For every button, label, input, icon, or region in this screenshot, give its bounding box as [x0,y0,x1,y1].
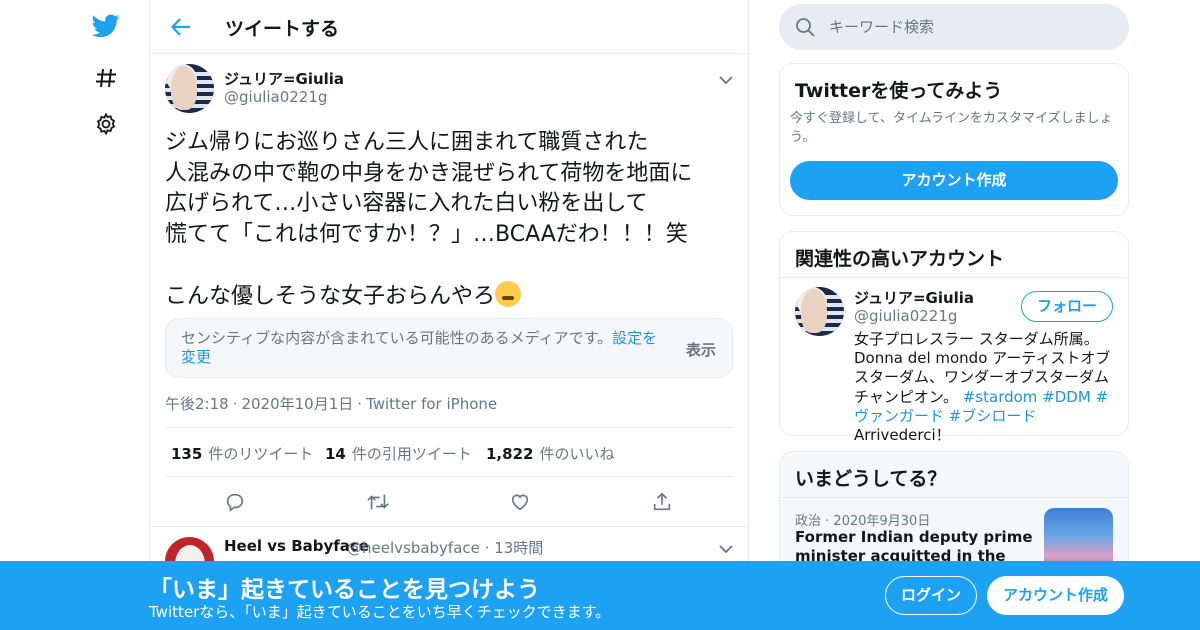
hashtag-link[interactable]: #DDM [1042,388,1091,406]
sensitive-text: センシティブな内容が含まれている可能性のあるメディアです。 [181,329,613,347]
trend-category-line: 政治 · 2020年9月30日 [795,514,931,529]
trend-category: 政治 [795,514,822,529]
search-icon [795,17,815,37]
search-box[interactable] [779,4,1129,50]
reply-time[interactable]: 13時間 [494,539,543,557]
retweets-stat[interactable]: 135 件のリツイート [171,443,313,464]
twitter-bird-icon[interactable] [92,12,120,40]
login-button[interactable]: ログイン [885,576,977,615]
signup-card-description: 今すぐ登録して、タイムラインをカスタマイズしましょう。 [790,111,1113,145]
hashtag-link[interactable]: #stardom [963,388,1038,406]
create-account-button[interactable]: アカウント作成 [790,161,1118,200]
likes-label: 件のいいね [539,445,615,463]
sensitive-media-notice: センシティブな内容が含まれている可能性のあるメディアです。設定を変更 表示 [165,318,733,378]
tweet-text-line-last: こんな優しそうな女子おらんやろ [165,280,740,313]
hashtag-icon[interactable] [92,64,120,92]
search-input[interactable] [829,15,1109,39]
follow-button[interactable]: フォロー [1021,291,1113,322]
main-column: ツイートする ジュリア=Giulia @giulia0221g ジム帰りにお巡り… [149,0,749,630]
reply-author-handle[interactable]: @heelvsbabyface [347,539,480,557]
related-account-name[interactable]: ジュリア=Giulia [854,287,974,308]
tweet-text-line: 慌てて「これは何ですか！？」…BCAAだわ！！！笑 [165,221,688,247]
signup-button[interactable]: アカウント作成 [987,576,1124,615]
tweet-text-line: 人混みの中で鞄の中身をかき混ぜられて荷物を地面に [165,160,693,186]
steaming-face-icon [495,280,522,307]
likes-count: 1,822 [486,445,534,463]
tweet-actions [150,487,748,527]
signup-card-title: Twitterを使ってみよう [795,80,1003,102]
retweets-label: 件のリツイート [208,445,314,463]
related-account-bio: 女子プロレスラー スターダム所属。 Donna del mondo アーティスト… [854,330,1116,445]
signup-card: Twitterを使ってみよう 今すぐ登録して、タイムラインをカスタマイズしましょ… [779,63,1129,216]
related-card-title: 関連性の高いアカウント [795,248,1005,270]
trend-date: 2020年9月30日 [833,514,931,529]
tweet-text-line [165,250,740,281]
related-accounts-card: 関連性の高いアカウント ジュリア=Giulia @giulia0221g フォロ… [779,231,1129,444]
tweet-meta: 午後2:18 · 2020年10月1日 · Twitter for iPhone [165,395,498,413]
chevron-down-icon[interactable] [718,540,734,554]
like-icon[interactable] [509,491,533,515]
tweet-text-line: 広げられて…小さい容器に入れた白い粉を出して [165,191,648,216]
trends-card-title: いまどうしてる？ [795,468,947,490]
avatar[interactable] [795,287,844,336]
author-handle[interactable]: @giulia0221g [224,88,327,106]
page-title: ツイートする [225,18,340,40]
gear-icon[interactable] [92,110,120,138]
tweet-text: ジム帰りにお巡りさん三人に囲まれて職質された 人混みの中で鞄の中身をかき混ぜられ… [165,128,740,312]
bio-end: Arrivederci！ [854,426,951,445]
reply-handle-line: @heelvsbabyface · 13時間 [347,539,544,557]
quotes-count: 14 [325,445,346,463]
quotes-stat[interactable]: 14 件の引用ツイート [325,443,472,464]
banner-subtitle: Twitterなら、「いま」起きていることをいち早くチェックできます。 [149,603,611,621]
avatar[interactable] [165,64,214,113]
page-header: ツイートする [150,0,748,54]
tweet-text-line: ジム帰りにお巡りさん三人に囲まれて職質された [165,130,649,155]
arrow-left-icon[interactable] [168,14,194,40]
tweet-date[interactable]: 2020年10月1日 [241,395,353,413]
likes-stat[interactable]: 1,822 件のいいね [486,443,614,464]
signup-banner: 「いま」起きていることを見つけよう Twitterなら、「いま」起きていることを… [0,561,1200,630]
author-name[interactable]: ジュリア=Giulia [224,68,344,89]
share-icon[interactable] [651,491,675,515]
hashtag-link[interactable]: #ブシロード [949,407,1037,425]
quotes-label: 件の引用ツイート [351,445,472,463]
divider [780,497,1128,498]
tweet-text-last: こんな優しそうな女子おらんやろ [165,283,496,309]
show-media-button[interactable]: 表示 [686,339,716,360]
divider [780,277,1128,278]
reply-icon[interactable] [224,491,248,515]
tweet-time[interactable]: 午後2:18 [165,395,229,413]
retweets-count: 135 [171,445,203,463]
banner-title: 「いま」起きていることを見つけよう [149,577,540,603]
tweet-source[interactable]: Twitter for iPhone [366,395,497,413]
tweet-stats: 135 件のリツイート 14 件の引用ツイート 1,822 件のいいね [165,427,733,477]
retweet-icon[interactable] [366,491,390,515]
chevron-down-icon[interactable] [718,71,734,85]
related-account-handle[interactable]: @giulia0221g [854,307,957,325]
sensitive-message: センシティブな内容が含まれている可能性のあるメディアです。設定を変更 [181,329,671,367]
